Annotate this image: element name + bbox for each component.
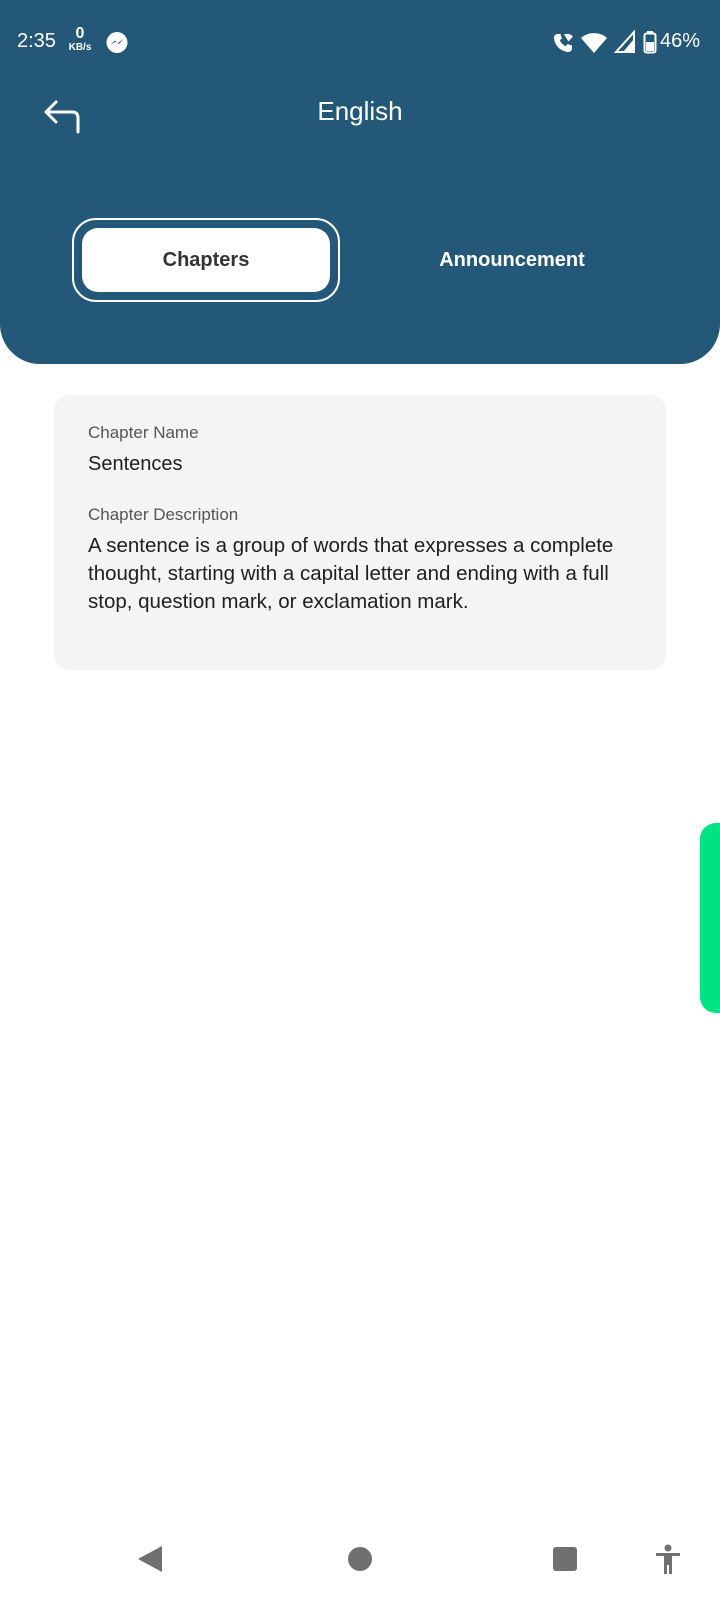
chapter-description: A sentence is a group of words that expr… xyxy=(88,534,614,613)
net-speed-value: 0 xyxy=(75,25,85,42)
chapter-description-label: Chapter Description xyxy=(88,505,239,524)
page-title: English xyxy=(317,96,403,126)
accessibility-icon[interactable] xyxy=(654,1544,682,1576)
wifi-calling-icon xyxy=(554,33,573,52)
tab-chapters[interactable]: Chapters xyxy=(72,218,340,302)
nav-back-icon[interactable] xyxy=(136,1544,164,1574)
wifi-icon xyxy=(581,33,607,53)
chapter-card: Chapter Name Sentences Chapter Descripti… xyxy=(54,395,666,670)
status-bar: 2:35 0 KB/s 46% xyxy=(0,0,720,86)
net-speed: 0 KB/s xyxy=(66,26,94,53)
signal-icon xyxy=(614,30,635,53)
tab-chapters-label: Chapters xyxy=(82,228,330,292)
header: 2:35 0 KB/s 46% English Chapters Announc… xyxy=(0,0,720,364)
net-speed-unit: KB/s xyxy=(68,42,92,53)
nav-recents-icon[interactable] xyxy=(553,1547,577,1571)
messenger-icon xyxy=(106,32,128,53)
chapter-name-label: Chapter Name xyxy=(88,423,199,442)
nav-home-icon[interactable] xyxy=(348,1547,372,1571)
battery-icon xyxy=(643,31,657,54)
battery-percent: 46% xyxy=(660,30,701,52)
side-drawer-handle[interactable] xyxy=(700,823,720,1013)
chapter-name: Sentences xyxy=(88,453,183,475)
tab-announcement[interactable]: Announcement xyxy=(392,240,632,280)
status-time: 2:35 xyxy=(17,30,56,52)
